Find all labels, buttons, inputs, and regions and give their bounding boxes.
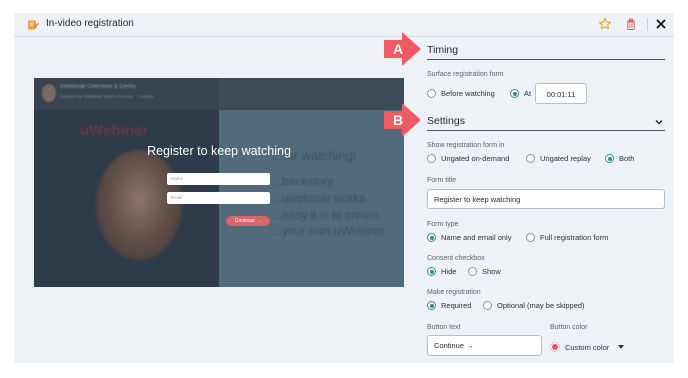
optional-radio[interactable] <box>483 301 492 310</box>
at-time-label: At <box>524 89 532 98</box>
header-divider <box>647 18 648 31</box>
ungated-replay-label: Ungated replay <box>540 154 591 163</box>
before-watching-radio[interactable] <box>427 89 436 98</box>
close-icon[interactable] <box>654 17 668 31</box>
name-email-radio[interactable] <box>427 233 436 242</box>
timing-divider <box>427 59 665 60</box>
full-registration-label: Full registration form <box>540 233 609 242</box>
callout-b: B <box>382 102 422 138</box>
button-color-label: Button color <box>550 324 588 331</box>
overlay-name-input[interactable]: Name <box>167 173 270 185</box>
form-type-label: Form type <box>427 221 459 228</box>
callout-a: A <box>382 31 422 67</box>
required-radio[interactable] <box>427 301 436 310</box>
settings-divider <box>427 130 665 131</box>
name-email-label: Name and email only <box>441 233 512 242</box>
webinar-title: uWebinar Overview & Demo <box>60 84 136 90</box>
button-text-input[interactable]: Continue → <box>427 335 542 356</box>
both-radio[interactable] <box>605 154 614 163</box>
webinar-subtitle: Created by uWebinar Team Ana Ana · 1 min… <box>60 94 154 99</box>
overlay-email-input[interactable]: Email <box>167 192 270 204</box>
settings-title: Settings <box>427 115 465 127</box>
show-in-label: Show registration form in <box>427 142 505 149</box>
full-registration-radio[interactable] <box>526 233 535 242</box>
video-line-1: ...backstory <box>272 174 334 188</box>
optional-label: Optional (may be skipped) <box>497 301 585 310</box>
overlay-title: Register to keep watching <box>147 144 291 158</box>
ungated-on-demand-radio[interactable] <box>427 154 436 163</box>
button-color-swatch[interactable] <box>550 342 560 352</box>
consent-show-label: Show <box>482 267 501 276</box>
star-icon[interactable] <box>598 17 612 31</box>
presenter-avatar <box>42 84 56 102</box>
video-line-4: ...your own uWebinar <box>272 224 386 238</box>
consent-hide-label: Hide <box>441 267 457 276</box>
editor-panel: In-video registration uWebinar Overview … <box>14 13 674 363</box>
panel-header: In-video registration <box>14 13 674 37</box>
trash-icon[interactable] <box>624 17 638 31</box>
make-registration-label: Make registration <box>427 289 481 296</box>
callout-b-label: B <box>393 112 404 128</box>
required-label: Required <box>441 301 472 310</box>
form-title-input[interactable]: Register to keep watching <box>427 189 665 209</box>
callout-a-label: A <box>393 41 404 57</box>
time-input[interactable]: 00:01:11 <box>535 83 587 104</box>
ungated-on-demand-label: Ungated on-demand <box>441 154 510 163</box>
ungated-replay-radio[interactable] <box>526 154 535 163</box>
consent-hide-radio[interactable] <box>427 267 436 276</box>
presenter-image <box>96 150 182 260</box>
registration-form-icon <box>28 20 39 30</box>
button-text-label: Button text <box>427 324 461 331</box>
form-title-label: Form title <box>427 177 457 184</box>
both-label: Both <box>619 154 635 163</box>
overlay-continue-button[interactable]: Continue → <box>226 216 270 226</box>
consent-label: Consent checkbox <box>427 255 485 262</box>
surface-label: Surface registration form <box>427 71 504 78</box>
consent-show-radio[interactable] <box>468 267 477 276</box>
timing-title: Timing <box>427 44 459 56</box>
chevron-down-icon[interactable] <box>654 117 664 127</box>
before-watching-label: Before watching <box>441 89 495 98</box>
video-line-2: ...uwebinar works <box>272 191 366 205</box>
at-time-radio[interactable] <box>510 89 519 98</box>
brand-logo: uWebinar <box>80 122 149 139</box>
panel-title: In-video registration <box>46 18 134 29</box>
video-preview[interactable]: uWebinar Overview & Demo Created by uWeb… <box>34 78 404 287</box>
caret-down-icon[interactable] <box>617 344 625 350</box>
video-line-3: ...easy it is to create <box>272 208 379 222</box>
custom-color-label[interactable]: Custom color <box>565 343 609 352</box>
